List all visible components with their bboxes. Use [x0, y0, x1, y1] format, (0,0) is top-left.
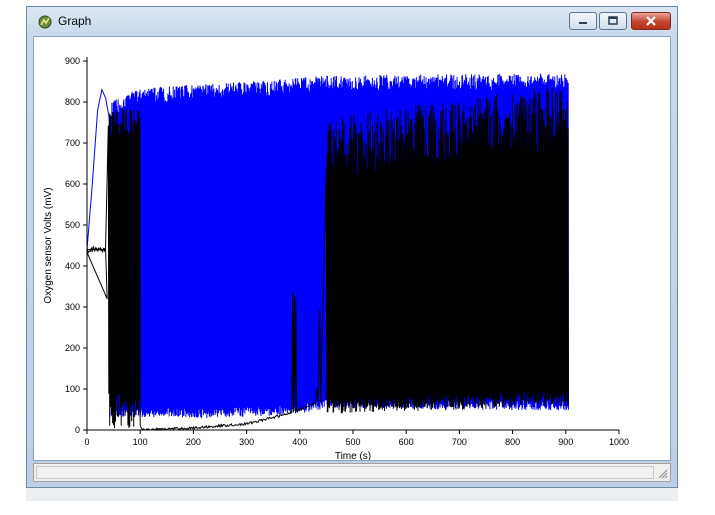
- title-bar[interactable]: Graph: [27, 7, 677, 36]
- x-tick-label: 500: [345, 437, 360, 447]
- y-tick-label: 500: [65, 220, 80, 230]
- minimize-button[interactable]: [569, 12, 597, 30]
- status-pane: [36, 466, 654, 479]
- maximize-button[interactable]: [599, 12, 627, 30]
- y-tick-label: 600: [65, 179, 80, 189]
- x-axis-title: Time (s): [335, 451, 371, 460]
- minimize-icon: [579, 22, 587, 24]
- close-icon: [646, 16, 656, 26]
- x-tick-label: 800: [505, 437, 520, 447]
- y-tick-label: 300: [65, 302, 80, 312]
- x-tick-label: 0: [84, 437, 89, 447]
- y-tick-label: 800: [65, 97, 80, 107]
- y-tick-label: 700: [65, 138, 80, 148]
- status-bar: [33, 463, 671, 482]
- resize-grip-icon[interactable]: [657, 468, 668, 479]
- x-tick-label: 200: [186, 437, 201, 447]
- y-tick-label: 200: [65, 343, 80, 353]
- window-shadow-strip: [26, 488, 678, 501]
- x-tick-label: 300: [239, 437, 254, 447]
- graph-app-icon: [38, 15, 52, 29]
- y-tick-label: 900: [65, 56, 80, 66]
- y-tick-label: 400: [65, 261, 80, 271]
- x-tick-label: 600: [399, 437, 414, 447]
- graph-window: Graph 0 100 200 300 400 500 600 700 800 900 1000 0 1…: [26, 6, 678, 488]
- close-button[interactable]: [631, 12, 671, 30]
- y-tick-label: 0: [75, 425, 80, 435]
- x-tick-label: 100: [133, 437, 148, 447]
- x-tick-label: 400: [292, 437, 307, 447]
- x-tick-label: 700: [452, 437, 467, 447]
- maximize-icon: [608, 16, 618, 25]
- x-tick-label: 900: [558, 437, 573, 447]
- y-tick-label: 100: [65, 384, 80, 394]
- oxygen-sensor-chart: 0 100 200 300 400 500 600 700 800 900 1000 0 100 200 3…: [43, 56, 629, 462]
- y-axis-title: Oxygen sensor Volts (mV): [43, 187, 54, 303]
- x-tick-label: 1000: [609, 437, 629, 447]
- graph-area: 0 100 200 300 400 500 600 700 800 900 1000 0 100 200 3…: [33, 36, 671, 462]
- window-title: Graph: [58, 14, 92, 28]
